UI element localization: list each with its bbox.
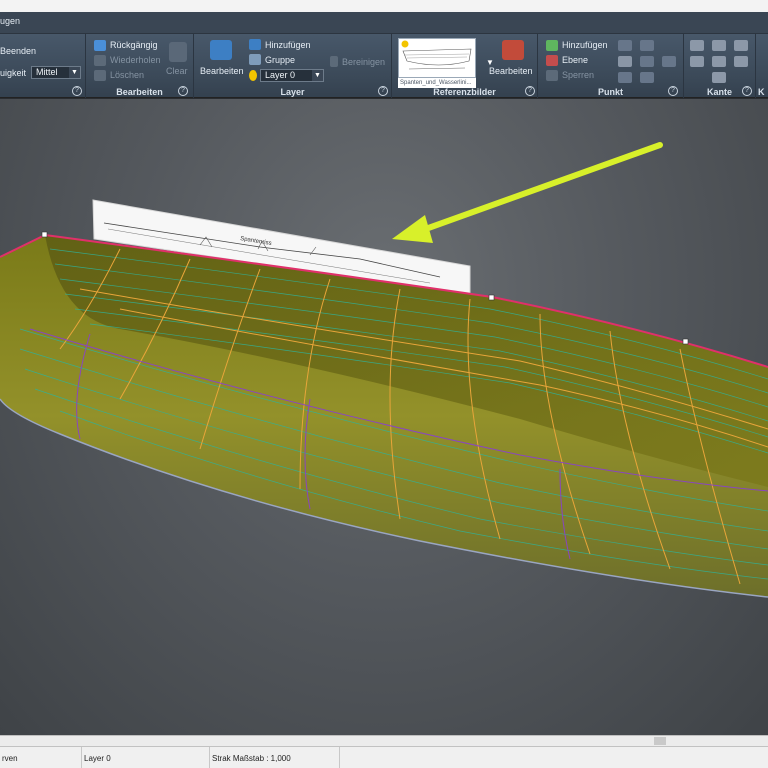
help-icon[interactable]: ? xyxy=(178,86,188,96)
panel-point: Hinzufügen Ebene Sperren Punkt ? xyxy=(538,34,684,98)
delete-button[interactable]: Löschen xyxy=(110,70,144,80)
chevron-down-icon[interactable]: ▼ xyxy=(69,67,80,78)
point-tool-icon[interactable] xyxy=(618,56,632,67)
viewport-scene: Spantenriss xyxy=(0,142,768,598)
edge-tool-icon[interactable] xyxy=(690,56,704,67)
plane-button[interactable]: Ebene xyxy=(562,55,588,65)
point-tool-icon[interactable] xyxy=(640,72,654,83)
point-tool-icon[interactable] xyxy=(640,56,654,67)
panel-surface: Beenden uigkeit Mittel ▼ ? xyxy=(0,34,86,98)
point-add-icon xyxy=(546,40,558,51)
panel-title-cut: K xyxy=(758,87,765,97)
horizontal-scrollbar[interactable] xyxy=(0,735,768,746)
edge-tool-icon[interactable] xyxy=(734,56,748,67)
reference-thumbnail-drawing xyxy=(401,40,472,70)
help-icon[interactable]: ? xyxy=(378,86,388,96)
layer-edit-button[interactable]: Bearbeiten xyxy=(200,66,244,76)
help-icon[interactable]: ? xyxy=(525,86,535,96)
bulb-icon[interactable] xyxy=(249,70,257,81)
ship-hull-model[interactable] xyxy=(0,231,768,598)
plane-icon xyxy=(546,55,558,66)
reference-image-caption: Spanten_und_Wasserlini... xyxy=(398,78,476,88)
highlight-arrow xyxy=(392,142,663,243)
point-tool-icon[interactable] xyxy=(662,56,676,67)
current-layer-value: Layer 0 xyxy=(265,70,296,80)
point-tool-icon[interactable] xyxy=(618,72,632,83)
help-icon[interactable]: ? xyxy=(72,86,82,96)
panel-title-reference: Referenzbilder xyxy=(433,87,496,97)
status-curves: rven xyxy=(0,747,82,768)
point-tool-icon[interactable] xyxy=(640,40,654,51)
layer-dropdown[interactable]: Layer 0 ▼ xyxy=(260,69,324,82)
layer-add-icon xyxy=(249,39,261,50)
cleanup-icon xyxy=(330,56,338,67)
precision-dropdown[interactable]: Mittel ▼ xyxy=(31,66,81,79)
precision-label: uigkeit xyxy=(0,68,27,78)
panel-title-layer: Layer xyxy=(280,87,305,97)
status-bar: rven Layer 0 Strak Maßstab : 1,000 xyxy=(0,746,768,768)
undo-button[interactable]: Rückgängig xyxy=(110,40,158,50)
lock-icon xyxy=(546,70,558,81)
panel-edge: Kante ? xyxy=(684,34,756,98)
cursor-icon xyxy=(169,42,187,62)
help-icon[interactable]: ? xyxy=(742,86,752,96)
panel-title-edit: Bearbeiten xyxy=(116,87,163,97)
reference-image-thumbnail[interactable] xyxy=(398,38,476,78)
window-top-strip xyxy=(0,0,768,12)
layer-edit-icon xyxy=(210,40,232,60)
layer-group-button[interactable]: Gruppe xyxy=(265,55,295,65)
ribbon-tab-bar: ugen xyxy=(0,12,768,34)
cleanup-button[interactable]: Bereinigen xyxy=(342,57,385,67)
precision-value: Mittel xyxy=(36,67,58,77)
3d-viewport[interactable]: Spantenriss xyxy=(0,99,768,735)
chevron-down-icon[interactable]: ▼ xyxy=(312,70,323,81)
redo-button[interactable]: Wiederholen xyxy=(110,55,161,65)
scrollbar-thumb[interactable] xyxy=(654,737,666,745)
edge-tool-icon[interactable] xyxy=(712,56,726,67)
image-edit-button[interactable]: Bearbeiten xyxy=(489,66,533,76)
image-edit-icon xyxy=(502,40,524,60)
help-icon[interactable]: ? xyxy=(668,86,678,96)
redo-icon xyxy=(94,55,106,66)
clear-button[interactable]: Clear xyxy=(166,66,188,76)
panel-cut: K xyxy=(756,34,768,98)
status-scale: Strak Maßstab : 1,000 xyxy=(210,747,340,768)
panel-layer: Bearbeiten Hinzufügen Gruppe Layer 0 ▼ B… xyxy=(194,34,392,98)
point-tool-icon[interactable] xyxy=(618,40,632,51)
panel-title-point: Punkt xyxy=(597,87,623,97)
lock-button[interactable]: Sperren xyxy=(562,70,594,80)
edge-tool-icon[interactable] xyxy=(690,40,704,51)
layer-add-button[interactable]: Hinzufügen xyxy=(265,40,311,50)
status-layer: Layer 0 xyxy=(82,747,210,768)
point-add-button[interactable]: Hinzufügen xyxy=(562,40,608,50)
edge-tool-icon[interactable] xyxy=(712,72,726,83)
edge-tool-icon[interactable] xyxy=(734,40,748,51)
control-point[interactable] xyxy=(682,338,689,345)
undo-icon xyxy=(94,40,106,51)
delete-icon xyxy=(94,70,106,81)
finish-button[interactable]: Beenden xyxy=(0,46,36,56)
ribbon: Beenden uigkeit Mittel ▼ ? Rückgängig Wi… xyxy=(0,34,768,98)
panel-edit: Rückgängig Wiederholen Löschen Clear Bea… xyxy=(86,34,194,98)
ribbon-tab[interactable]: ugen xyxy=(0,16,20,26)
control-point[interactable] xyxy=(41,231,48,238)
layer-group-icon xyxy=(249,54,261,65)
edge-tool-icon[interactable] xyxy=(712,40,726,51)
control-point[interactable] xyxy=(488,294,495,301)
